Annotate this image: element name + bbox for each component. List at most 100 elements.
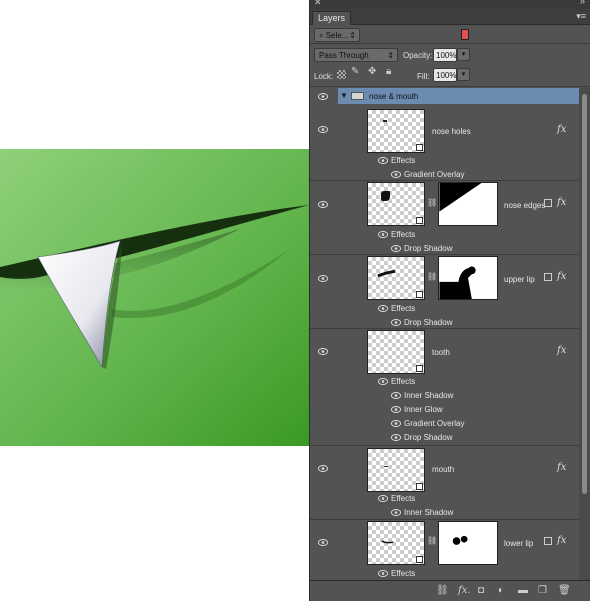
effect-item: Gradient Overlay (404, 170, 465, 179)
panel-title-strip: ✕ » (310, 0, 590, 9)
lock-paint-icon[interactable]: ✎ (351, 66, 359, 77)
eye-icon[interactable] (378, 231, 388, 238)
fx-icon[interactable]: fx (557, 197, 566, 208)
eye-icon[interactable] (391, 319, 401, 326)
eye-icon[interactable] (391, 434, 401, 441)
mask-shape (439, 266, 476, 299)
opacity-value: 100% (436, 51, 457, 60)
fill-dropdown-button[interactable]: ▾ (457, 68, 470, 81)
eye-icon[interactable] (378, 157, 388, 164)
eye-icon[interactable] (391, 392, 401, 399)
panel-tab-bar: Layers ▾≡ (310, 9, 590, 25)
mask-shape (452, 535, 468, 545)
opacity-input[interactable]: 100% (433, 48, 457, 62)
layer-row-mouth[interactable]: mouth fx Effects Inner Shadow (310, 446, 580, 518)
layer-name: nose edges (504, 201, 546, 210)
new-layer-icon[interactable]: ❐ (538, 585, 547, 596)
thumbnail-mark (384, 466, 388, 467)
layer-name: upper lip (504, 275, 535, 284)
eye-icon[interactable] (391, 509, 401, 516)
effects-label: Effects (391, 569, 416, 578)
layer-thumbnail (367, 521, 425, 565)
eye-icon[interactable] (391, 245, 401, 252)
smart-object-badge (416, 556, 423, 563)
eye-icon[interactable] (378, 305, 388, 312)
layer-row-upper-lip[interactable]: ⛓ upper lip fx Effects Drop Shadow (310, 255, 580, 327)
fx-icon[interactable]: fx (557, 345, 566, 356)
lock-label: Lock: (314, 72, 334, 81)
eye-icon[interactable] (378, 570, 388, 577)
layer-name: nose & mouth (369, 92, 419, 101)
layer-row-nose-holes[interactable]: nose holes fx Effects Gradient Overlay (310, 105, 580, 180)
link-icon[interactable]: ⛓ (427, 198, 437, 207)
eye-icon[interactable] (378, 495, 388, 502)
disclosure-triangle-icon[interactable]: ▼ (340, 91, 348, 100)
eye-icon[interactable] (318, 93, 328, 100)
effect-item: Gradient Overlay (404, 419, 465, 428)
fx-icon[interactable]: fx (557, 271, 566, 282)
fx-icon[interactable]: fx (557, 124, 566, 135)
layer-filter-select[interactable]: ⌕ Sele... ⇕ (314, 28, 360, 42)
eye-icon[interactable] (391, 406, 401, 413)
divider (310, 86, 590, 87)
layer-thumbnail (367, 109, 425, 153)
tab-layers[interactable]: Layers (312, 11, 352, 25)
eye-icon[interactable] (378, 378, 388, 385)
blend-mode-select[interactable]: Pass Through ⇕ (314, 48, 398, 62)
adjustment-icon[interactable]: ◐ (498, 585, 504, 596)
eye-icon[interactable] (318, 465, 328, 472)
smart-object-badge (416, 291, 423, 298)
effects-label: Effects (391, 156, 416, 165)
layer-group-row[interactable]: ▼ nose & mouth (310, 88, 580, 105)
mask-shape (439, 183, 482, 212)
eye-icon[interactable] (318, 348, 328, 355)
eye-icon[interactable] (318, 201, 328, 208)
eye-icon[interactable] (391, 420, 401, 427)
layer-name: lower lip (504, 539, 534, 548)
layer-thumbnail (367, 330, 425, 374)
group-highlight: ▼ nose & mouth (338, 88, 579, 104)
add-mask-icon[interactable]: ◘ (478, 585, 484, 596)
smart-object-badge (416, 217, 423, 224)
layer-mask-thumbnail[interactable] (438, 182, 498, 226)
fill-value: 100% (436, 71, 457, 80)
smart-object-icon (544, 537, 552, 545)
link-layers-icon[interactable]: ⛓ (436, 585, 449, 596)
layer-mask-thumbnail[interactable] (438, 256, 498, 300)
layer-mask-thumbnail[interactable] (438, 521, 498, 565)
effect-item: Inner Shadow (404, 508, 454, 517)
fill-input[interactable]: 100% (433, 68, 457, 82)
opacity-dropdown-button[interactable]: ▾ (457, 48, 470, 61)
link-icon[interactable]: ⛓ (427, 536, 437, 545)
scrollbar-thumb[interactable] (582, 94, 587, 494)
layers-scrollbar[interactable] (579, 88, 590, 580)
effect-item: Inner Shadow (404, 391, 454, 400)
fx-icon[interactable]: fx (557, 535, 566, 546)
eye-icon[interactable] (391, 171, 401, 178)
add-fx-icon[interactable]: fx. (458, 585, 471, 596)
layer-row-nose-edges[interactable]: ⛓ nose edges fx Effects Drop Shadow (310, 181, 580, 253)
lock-transparent-icon[interactable] (337, 70, 346, 79)
link-icon[interactable]: ⛓ (427, 272, 437, 281)
opacity-label: Opacity: (403, 51, 433, 60)
divider (310, 43, 590, 44)
layer-row-lower-lip[interactable]: ⛓ lower lip fx Effects (310, 520, 580, 580)
panel-menu-icon[interactable]: ▾≡ (576, 11, 586, 22)
chevron-updown-icon: ⇕ (387, 51, 394, 60)
layer-row-tooth[interactable]: tooth fx Effects Inner Shadow Inner Glow… (310, 329, 580, 444)
effect-item: Drop Shadow (404, 318, 453, 327)
new-group-icon[interactable]: ▬ (518, 585, 528, 596)
trash-icon[interactable]: 🗑︎ (558, 585, 571, 596)
effect-item: Drop Shadow (404, 433, 453, 442)
collapse-icon[interactable]: » (580, 0, 585, 6)
eye-icon[interactable] (318, 126, 328, 133)
blend-mode-value: Pass Through (319, 51, 369, 60)
eye-icon[interactable] (318, 539, 328, 546)
lock-move-icon[interactable]: ✥ (368, 66, 376, 77)
eye-icon[interactable] (318, 275, 328, 282)
thumbnail-mark (381, 191, 390, 201)
fx-icon[interactable]: fx (557, 462, 566, 473)
lock-all-icon[interactable]: 🔒︎ (386, 66, 391, 77)
close-icon[interactable]: ✕ (314, 0, 322, 8)
filter-toggle-swatch[interactable] (461, 29, 469, 40)
